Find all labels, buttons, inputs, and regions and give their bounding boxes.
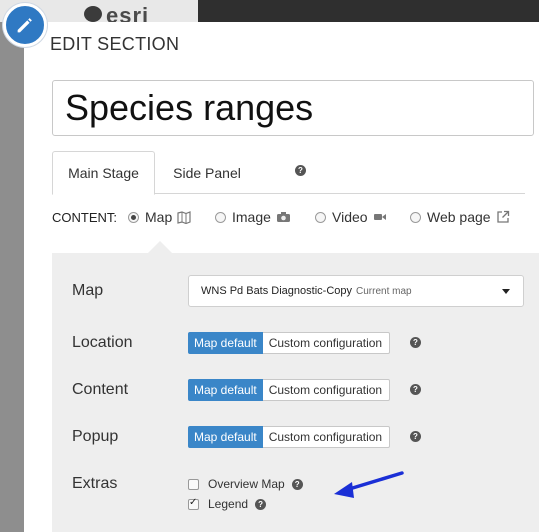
location-custom-config-button[interactable]: Custom configuration	[262, 332, 391, 354]
tab-main-stage-label: Main Stage	[68, 165, 139, 181]
legend-label: Legend	[208, 497, 249, 511]
pencil-icon	[17, 18, 32, 33]
location-map-default-button[interactable]: Map default	[188, 332, 263, 354]
radio-image[interactable]	[215, 211, 226, 223]
content-toggle: Map default Custom configuration	[188, 379, 391, 401]
overview-map-help-icon[interactable]: ?	[291, 478, 303, 490]
content-custom-config-button[interactable]: Custom configuration	[262, 379, 391, 401]
map-options-panel: Map WNS Pd Bats Diagnostic-Copy Current …	[52, 241, 539, 532]
map-select-dropdown[interactable]: WNS Pd Bats Diagnostic-Copy Current map	[188, 275, 524, 307]
content-option-image[interactable]: Image	[215, 209, 291, 225]
radio-webpage[interactable]	[410, 211, 421, 223]
map-select-note: Current map	[356, 285, 412, 297]
edit-pencil-badge	[3, 3, 47, 47]
radio-map[interactable]	[128, 211, 139, 223]
legend-help-icon[interactable]: ?	[255, 498, 267, 510]
content-option-map[interactable]: Map	[128, 209, 191, 225]
map-select-value: WNS Pd Bats Diagnostic-Copy	[201, 285, 352, 297]
content-help-icon[interactable]: ?	[410, 384, 421, 395]
tab-side-panel[interactable]: Side Panel	[162, 151, 252, 194]
location-help-icon[interactable]: ?	[410, 337, 421, 348]
camera-icon	[276, 211, 291, 223]
content-option-map-label: Map	[145, 209, 173, 225]
popup-map-default-button[interactable]: Map default	[188, 426, 263, 448]
popup-custom-config-button[interactable]: Custom configuration	[262, 426, 391, 448]
edit-section-dialog: EDIT SECTION Main Stage Side Panel ? CON…	[24, 22, 539, 532]
extras-label: Extras	[72, 475, 118, 492]
content-type-row: CONTENT: Map Image Video Web page	[52, 208, 532, 230]
section-title-input[interactable]	[52, 80, 534, 136]
external-link-icon	[496, 210, 510, 224]
overview-map-label: Overview Map	[208, 477, 285, 491]
overview-map-option[interactable]: Overview Map ?	[188, 477, 303, 491]
tab-side-panel-label: Side Panel	[173, 164, 241, 181]
content-option-image-label: Image	[232, 209, 271, 225]
legend-option[interactable]: Legend ?	[188, 497, 267, 511]
panel-pointer	[148, 241, 172, 253]
map-icon	[177, 210, 191, 224]
content-option-webpage[interactable]: Web page	[410, 209, 510, 225]
background-left-edge	[0, 22, 24, 532]
video-camera-icon	[373, 212, 387, 222]
tab-main-stage[interactable]: Main Stage	[52, 151, 155, 195]
background-map-strip	[198, 0, 539, 22]
content-label: CONTENT:	[52, 210, 117, 225]
radio-video[interactable]	[315, 211, 326, 223]
map-label: Map	[72, 282, 104, 299]
popup-toggle: Map default Custom configuration	[188, 426, 391, 448]
chevron-down-icon	[502, 289, 510, 294]
content-option-video[interactable]: Video	[315, 209, 387, 225]
content-option-webpage-label: Web page	[427, 209, 491, 225]
tab-bar: Main Stage Side Panel ?	[52, 151, 525, 195]
overview-map-checkbox[interactable]	[188, 478, 199, 490]
annotation-arrow-icon	[334, 471, 404, 498]
location-toggle: Map default Custom configuration	[188, 332, 391, 354]
content-option-video-label: Video	[332, 209, 368, 225]
popup-label: Popup	[72, 428, 119, 445]
help-icon[interactable]: ?	[295, 165, 306, 176]
legend-checkbox[interactable]	[188, 497, 199, 510]
dialog-title: EDIT SECTION	[50, 34, 180, 54]
location-label: Location	[72, 334, 133, 351]
content-map-default-button[interactable]: Map default	[188, 379, 263, 401]
content-settings-label: Content	[72, 381, 129, 398]
popup-help-icon[interactable]: ?	[410, 431, 421, 442]
